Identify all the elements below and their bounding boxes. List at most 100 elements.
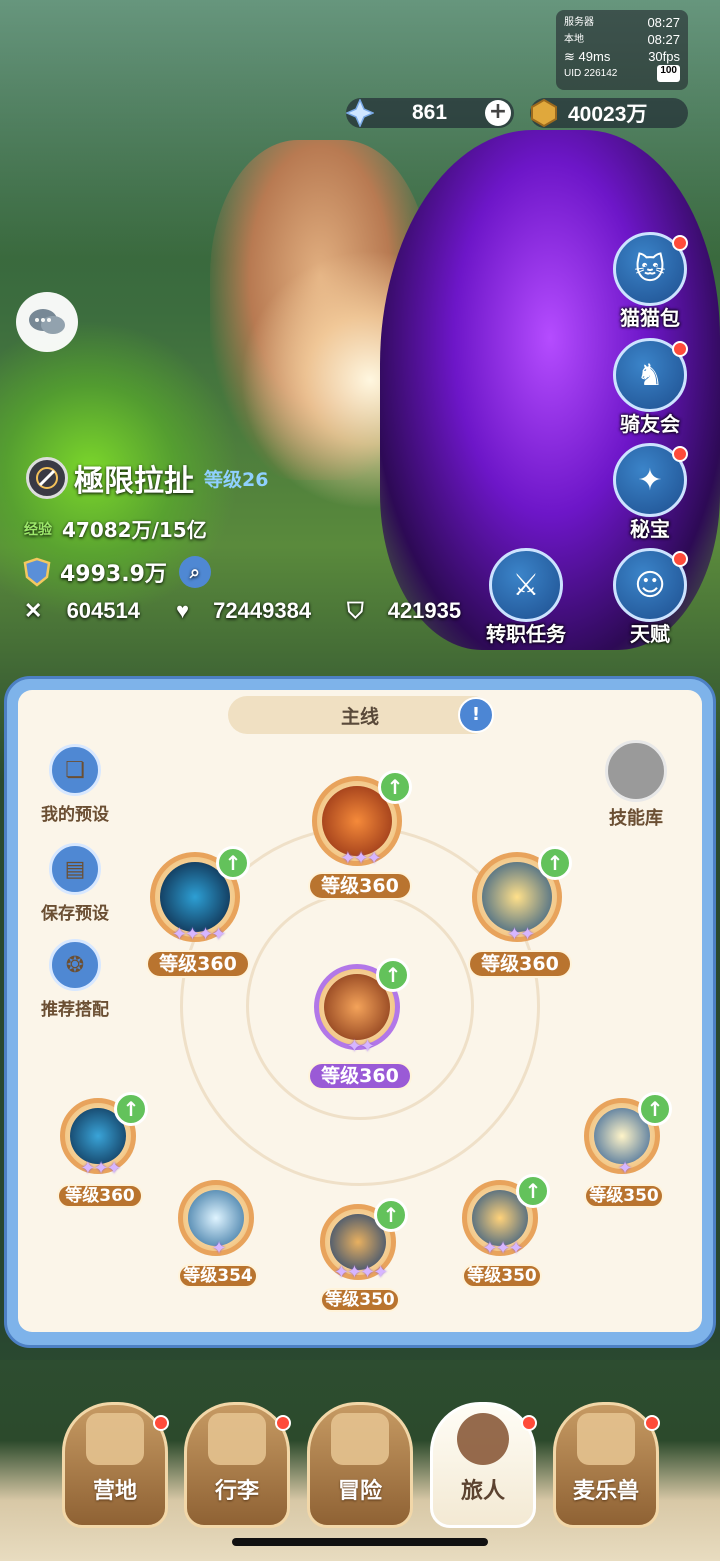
pet-fox-icon (577, 1413, 635, 1465)
nav-pet[interactable]: 麦乐兽 (553, 1402, 660, 1528)
exp-label: 经验 (24, 521, 52, 538)
skill-center[interactable]: ↑ ✦✦ 等级360 (308, 958, 412, 1090)
chat-bubble-icon (29, 309, 65, 334)
talent-label: 天赋 (630, 622, 670, 646)
power-value: 4993.9万 (60, 562, 167, 587)
upgrade-arrow-icon[interactable]: ↑ (638, 1092, 672, 1126)
traveler-avatar-icon (457, 1413, 509, 1465)
hp-value: 72449384 (213, 598, 312, 623)
star-rating: ✦✦✦✦ (171, 924, 226, 945)
skill-level-badge: 等级350 (320, 1288, 400, 1312)
skill-level-badge: 等级354 (178, 1264, 258, 1288)
nav-luggage-label: 行李 (214, 1479, 259, 1504)
skill-left[interactable]: ↑ ✦✦✦✦ 等级360 (146, 846, 250, 978)
brain-icon: ☺ (634, 567, 666, 603)
server-time: 08:27 (647, 15, 680, 30)
nav-adventure[interactable]: 冒险 (307, 1402, 413, 1528)
rider-club-button[interactable]: ♞ 骑友会 (602, 338, 698, 438)
luggage-icon (208, 1413, 266, 1465)
recommend-label: 推荐搭配 (41, 1000, 109, 1020)
player-name-row: 極限拉扯 等级26 (26, 456, 268, 500)
treasure-icon: ✦ (637, 462, 663, 498)
upgrade-arrow-icon[interactable]: ↑ (378, 770, 412, 804)
gold-value: 40023万 (568, 103, 648, 126)
star-rating: ✦✦✦ (482, 1238, 523, 1259)
nav-camp-label: 营地 (92, 1479, 137, 1504)
my-presets-label: 我的预设 (41, 805, 109, 825)
star-rating: ✦✦ (506, 924, 535, 945)
skill-library-label: 技能库 (609, 808, 663, 829)
local-time: 08:27 (647, 32, 680, 47)
attack-value: 604514 (66, 598, 140, 623)
chat-button[interactable] (16, 292, 78, 352)
book-icon[interactable]: ! (458, 697, 494, 733)
nav-camp[interactable]: 营地 (62, 1402, 169, 1528)
ping-value: 49ms (578, 49, 611, 64)
castle-icon (86, 1413, 144, 1465)
skill-library-button[interactable]: 技能库 (598, 740, 674, 830)
cat-bag-icon: 🐱 (634, 251, 666, 287)
add-diamond-button[interactable]: + (485, 100, 511, 126)
star-rating: ✦ (617, 1158, 632, 1179)
recommend-icon: ❂ (65, 952, 85, 978)
skill-bottom-2[interactable]: ✦ 等级354 (178, 1180, 258, 1288)
nav-pet-label: 麦乐兽 (572, 1479, 639, 1504)
local-label: 本地 (564, 34, 584, 45)
skill-bottom-3[interactable]: ↑ ✦✦✦✦ 等级350 (320, 1198, 408, 1312)
defense-stat: ⛉ 421935 (347, 598, 479, 624)
star-rating: ✦✦✦ (80, 1158, 121, 1179)
player-name: 極限拉扯 (74, 464, 194, 499)
fps-value: 30fps (648, 49, 680, 64)
diamond-icon (346, 99, 374, 127)
cards-icon: ❏ (65, 757, 85, 783)
horse-icon: ♞ (636, 357, 664, 393)
cat-bag-button[interactable]: 🐱 猫猫包 (602, 232, 698, 332)
star-rating: ✦✦✦ (340, 848, 381, 869)
skill-level-badge: 等级350 (584, 1184, 664, 1208)
save-icon: ▤ (64, 856, 86, 882)
my-presets-button[interactable]: ❏ 我的预设 (30, 744, 120, 825)
cat-bag-label: 猫猫包 (620, 306, 680, 330)
gold-coin-icon (531, 99, 557, 127)
talent-button[interactable]: ☺ 天赋 (602, 548, 698, 648)
exp-row: 经验 47082万/15亿 (24, 514, 207, 543)
skill-top[interactable]: ↑ ✦✦✦ 等级360 (308, 770, 412, 900)
shield-small-icon: ⛉ (347, 598, 364, 623)
upgrade-arrow-icon[interactable]: ↑ (374, 1198, 408, 1232)
shield-icon (23, 557, 51, 587)
save-preset-label: 保存预设 (41, 904, 109, 924)
battery-icon: 100 (657, 65, 680, 82)
nav-luggage[interactable]: 行李 (184, 1402, 291, 1528)
defense-value: 421935 (387, 598, 462, 623)
hp-stat: ♥ 72449384 (176, 598, 329, 624)
upgrade-arrow-icon[interactable]: ↑ (216, 846, 250, 880)
attack-stat: ✕ 604514 (24, 598, 158, 624)
skill-level-badge: 等级350 (462, 1264, 542, 1288)
upgrade-arrow-icon[interactable]: ↑ (376, 958, 410, 992)
power-row: 4993.9万 ⌕ (22, 556, 211, 588)
skill-bottom-4[interactable]: ↑ ✦✦✦ 等级350 (462, 1174, 550, 1288)
player-level: 等级26 (204, 468, 269, 491)
treasure-label: 秘宝 (630, 517, 670, 541)
save-preset-button[interactable]: ▤ 保存预设 (30, 843, 120, 924)
heart-icon: ♥ (175, 598, 190, 623)
server-label: 服务器 (564, 17, 594, 28)
search-icon[interactable]: ⌕ (178, 556, 211, 588)
upgrade-arrow-icon[interactable]: ↑ (516, 1174, 550, 1208)
nav-adventure-label: 冒险 (337, 1479, 382, 1504)
star-rating: ✦✦ (346, 1036, 375, 1057)
treasure-button[interactable]: ✦ 秘宝 (602, 443, 698, 543)
stats-row: ✕ 604514 ♥ 72449384 ⛉ 421935 (24, 598, 497, 624)
skill-bottom-5[interactable]: ↑ ✦ 等级350 (584, 1092, 672, 1208)
tab-main[interactable]: 主线 (228, 696, 492, 734)
nav-traveler[interactable]: 旅人 (430, 1402, 537, 1528)
nav-traveler-label: 旅人 (460, 1479, 505, 1504)
recommend-button[interactable]: ❂ 推荐搭配 (30, 939, 120, 1020)
upgrade-arrow-icon[interactable]: ↑ (538, 846, 572, 880)
tab-main-label: 主线 (340, 705, 379, 728)
skill-bottom-1[interactable]: ↑ ✦✦✦ 等级360 (57, 1092, 148, 1208)
home-indicator[interactable] (232, 1538, 488, 1546)
skill-right[interactable]: ↑ ✦✦ 等级360 (468, 846, 572, 978)
exp-value: 47082万/15亿 (62, 518, 207, 542)
upgrade-arrow-icon[interactable]: ↑ (114, 1092, 148, 1126)
